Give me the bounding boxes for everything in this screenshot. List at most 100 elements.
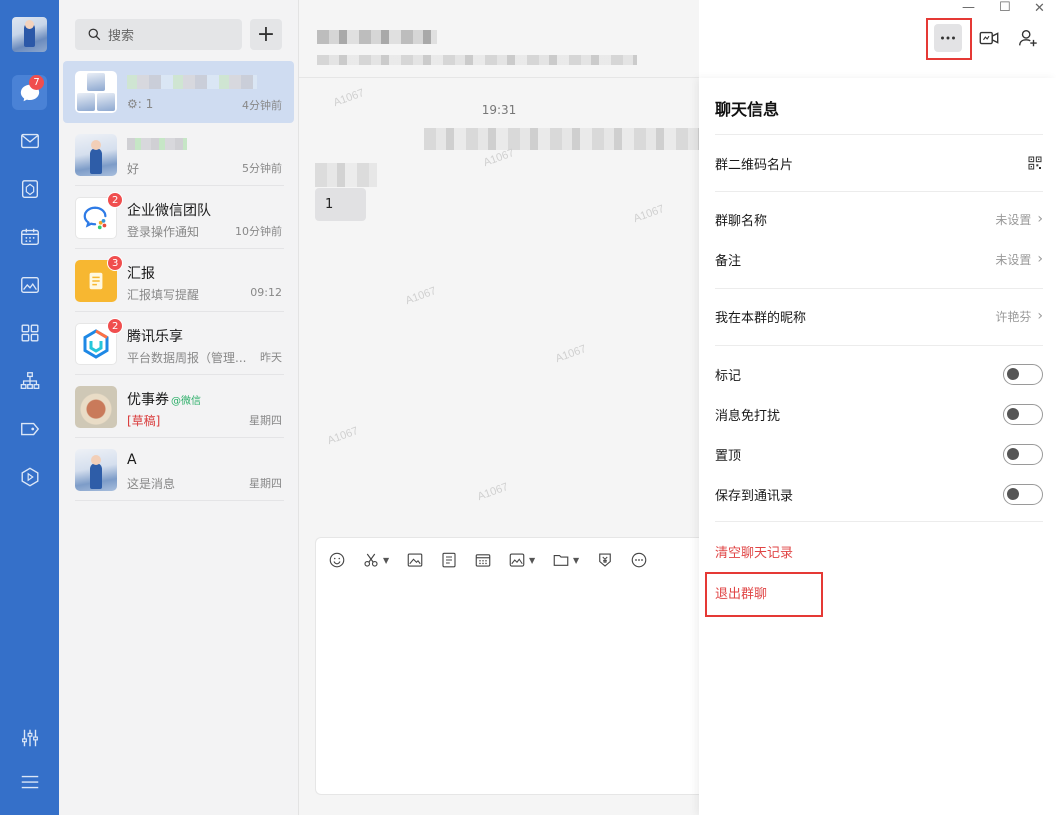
- conversation-name: A: [127, 452, 137, 468]
- close-button[interactable]: ✕: [1034, 1, 1045, 16]
- message-blurred: [424, 128, 699, 150]
- add-button[interactable]: +: [250, 19, 282, 50]
- highlight-box-more: [926, 18, 972, 60]
- grid-icon: [21, 324, 38, 341]
- watermark: A1067: [631, 202, 666, 226]
- lexiang-logo-icon: [83, 329, 109, 359]
- mountain-image-icon: [20, 276, 39, 293]
- list-item[interactable]: 优事券 @微信 [草稿] 星期四: [63, 376, 294, 438]
- conversation-name: 汇报: [127, 266, 155, 282]
- nav-tags[interactable]: [12, 411, 47, 446]
- drive-button[interactable]: ▼: [508, 550, 535, 570]
- folder-icon: [553, 554, 569, 566]
- list-item[interactable]: 3 汇报 汇报填写提醒 09:12: [63, 250, 294, 312]
- video-camera-icon: [979, 31, 999, 45]
- user-avatar[interactable]: [12, 17, 47, 52]
- red-packet-button[interactable]: [596, 550, 614, 570]
- conversation-time: 4分钟前: [242, 99, 282, 112]
- conversation-name: 优事券 @微信: [127, 392, 201, 408]
- sender-name-blurred: [315, 163, 377, 187]
- image-button[interactable]: [406, 550, 424, 570]
- remark-row[interactable]: 备注 未设置 ›: [715, 247, 1043, 271]
- chevron-right-icon: ›: [1037, 251, 1043, 267]
- watermark: A1067: [553, 342, 588, 366]
- remark-label: 备注: [715, 253, 742, 269]
- minimize-button[interactable]: —: [962, 0, 975, 15]
- video-call-button[interactable]: [975, 24, 1003, 52]
- nickname-row[interactable]: 我在本群的昵称 许艳芬 ›: [715, 304, 1043, 328]
- conversation-name-blurred: [127, 138, 187, 150]
- add-member-button[interactable]: [1014, 24, 1042, 52]
- nav-docs[interactable]: [12, 171, 47, 206]
- conversation-subtitle: [草稿]: [127, 412, 252, 429]
- nickname-label: 我在本群的昵称: [715, 310, 807, 326]
- list-item[interactable]: ⚙: 1 4分钟前: [63, 61, 294, 123]
- calendar-icon: [475, 554, 491, 567]
- chevron-down-icon[interactable]: ▼: [573, 556, 579, 565]
- conversation-time: 5分钟前: [242, 162, 282, 175]
- emoji-button[interactable]: [328, 550, 346, 570]
- unread-badge: 2: [107, 192, 124, 208]
- chat-title-blurred: [317, 30, 437, 44]
- conversation-subtitle: ⚙: 1: [127, 97, 154, 111]
- nav-lexiang[interactable]: [12, 459, 47, 494]
- nav-drive[interactable]: [12, 267, 47, 302]
- message-bubble[interactable]: 1: [315, 188, 366, 221]
- folder-button[interactable]: ▼: [552, 550, 579, 570]
- unread-badge: 3: [107, 255, 124, 271]
- list-item[interactable]: 2 企业微信团队 登录操作通知 10分钟前: [63, 187, 294, 249]
- document-button[interactable]: [440, 550, 458, 570]
- yuan-shield-icon: [599, 553, 611, 567]
- nav-settings-sliders[interactable]: [12, 720, 47, 755]
- list-item[interactable]: A 这是消息 星期四: [63, 439, 294, 501]
- nav-menu[interactable]: [12, 764, 47, 799]
- list-item[interactable]: 好 5分钟前: [63, 124, 294, 186]
- maximize-button[interactable]: ☐: [999, 0, 1011, 15]
- nav-org[interactable]: [12, 363, 47, 398]
- mute-toggle[interactable]: [1003, 403, 1043, 425]
- conversation-subtitle: 汇报填写提醒: [127, 288, 200, 302]
- message-composer[interactable]: ▼ ▼ ▼: [315, 537, 715, 795]
- list-item[interactable]: 2 腾讯乐享 平台数据周报（管理... 昨天: [63, 313, 294, 375]
- watermark: A1067: [403, 284, 438, 308]
- group-avatar: [75, 71, 117, 113]
- tag-icon: [20, 422, 39, 435]
- save-contacts-toggle[interactable]: [1003, 483, 1043, 505]
- conversation-time: 09:12: [250, 286, 282, 299]
- conversation-time: 星期四: [249, 477, 282, 490]
- nav-calendar[interactable]: [12, 219, 47, 254]
- conversation-subtitle: 平台数据周报（管理...: [127, 351, 247, 365]
- chat-subtitle-blurred: [317, 55, 637, 65]
- clear-history-button[interactable]: 清空聊天记录: [715, 542, 793, 561]
- calendar-button[interactable]: [474, 550, 492, 570]
- pin-label: 置顶: [715, 448, 742, 464]
- calendar-icon: [20, 228, 39, 245]
- group-qr-row[interactable]: 群二维码名片: [715, 151, 1043, 175]
- report-note-icon: [89, 272, 103, 290]
- contact-avatar: [75, 134, 117, 176]
- nav-apps[interactable]: [12, 315, 47, 350]
- more-tools-button[interactable]: [630, 550, 648, 570]
- screenshot-button[interactable]: ▼: [362, 550, 389, 570]
- chevron-down-icon[interactable]: ▼: [383, 556, 389, 565]
- chevron-right-icon: ›: [1037, 211, 1043, 227]
- pin-toggle[interactable]: [1003, 443, 1043, 465]
- mark-toggle[interactable]: [1003, 363, 1043, 385]
- nav-messages[interactable]: 7: [12, 75, 47, 110]
- mail-icon: [20, 133, 39, 148]
- nav-mail[interactable]: [12, 123, 47, 158]
- highlight-box-exit: [705, 572, 823, 617]
- document-icon: [442, 552, 456, 568]
- group-qr-label: 群二维码名片: [715, 157, 794, 173]
- search-icon: [88, 28, 101, 41]
- wechat-tag: @微信: [171, 396, 201, 407]
- wecom-logo-icon: [83, 206, 107, 230]
- chevron-down-icon[interactable]: ▼: [529, 556, 535, 565]
- contact-avatar: [75, 449, 117, 491]
- plus-icon: +: [256, 21, 276, 47]
- chat-area: 19:31 1 A1067 A1067 A1067 A1067 A1067 A1…: [299, 0, 715, 815]
- chat-info-panel: 聊天信息 群二维码名片 群聊名称 未设置 › 备注 未设置 › 我在本群的昵称 许艳…: [699, 78, 1056, 815]
- search-input[interactable]: 搜索: [75, 19, 242, 50]
- message-timestamp: 19:31: [481, 103, 517, 117]
- group-name-row[interactable]: 群聊名称 未设置 ›: [715, 207, 1043, 231]
